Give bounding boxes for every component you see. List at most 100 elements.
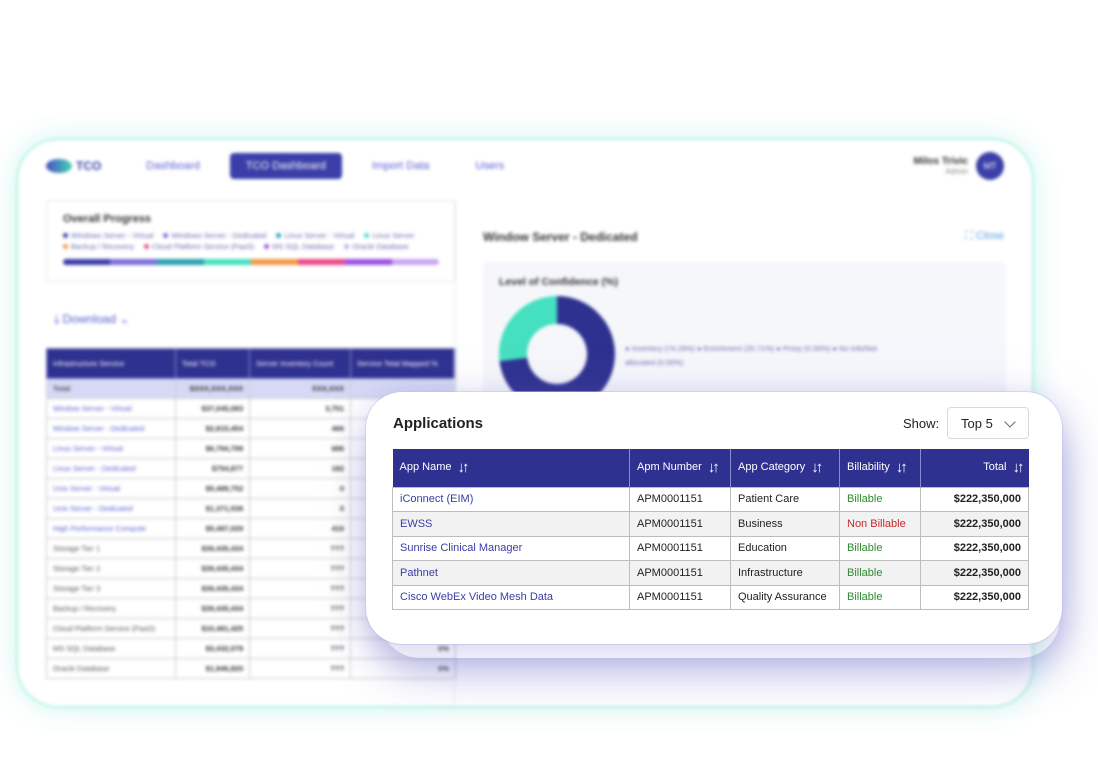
infra-service[interactable]: Linux Server - Virtual (46, 438, 176, 459)
apm-number: APM0001151 (629, 535, 731, 561)
app-category: Quality Assurance (730, 584, 840, 610)
infra-inventory-count: 0 (249, 478, 352, 499)
infra-service[interactable]: Window Server - Dedicated (46, 418, 176, 439)
infra-header-inventory-count[interactable]: Server Inventory Count (249, 348, 352, 379)
infra-service[interactable]: Backup / Recovery (46, 598, 176, 619)
billability: Billable (839, 584, 921, 610)
infra-total-tco: $5,487,029 (174, 518, 251, 539)
progress-segment (157, 259, 204, 265)
close-icon: ⛶ (965, 230, 976, 242)
avatar[interactable]: MT (976, 152, 1004, 180)
confidence-title: Level of Confidence (%) (499, 276, 619, 288)
sort-icon: ↓↑ (1012, 459, 1025, 477)
close-button[interactable]: ⛶ Close (965, 230, 1004, 243)
infra-header-service[interactable]: Infrastructure Service (46, 348, 176, 379)
infra-service[interactable]: Storage Tier 1 (46, 538, 176, 559)
applications-title: Applications (393, 415, 484, 432)
infra-service[interactable]: Storage Tier 2 (46, 558, 176, 579)
confidence-legend: ● Inventory (74.29%) ● Enrichment (25.71… (625, 344, 877, 367)
infra-total-tco: $6,794,799 (174, 438, 251, 459)
infra-total-tco: $3,432,078 (174, 638, 251, 659)
infra-inventory-count: 416 (249, 518, 352, 539)
infra-inventory-count: ??? (249, 578, 352, 599)
progress-legend-item: Windows Server - Virtual (63, 231, 153, 240)
apm-number: APM0001151 (629, 511, 731, 537)
apm-number: APM0001151 (629, 486, 731, 512)
logo-text: TCO (76, 159, 102, 173)
infra-inventory-count: ??? (249, 598, 352, 619)
infra-service[interactable]: Unix Server - Virtual (46, 478, 176, 499)
progress-legend-item: MS SQL Database (264, 242, 334, 251)
show-top-select[interactable]: Top 5 (947, 407, 1029, 439)
infra-total-tco: $1,946,820 (174, 658, 251, 679)
nav-dashboard[interactable]: Dashboard (130, 153, 216, 179)
header-total[interactable]: Total ↓↑ (920, 449, 1029, 487)
app-category: Education (730, 535, 840, 561)
infra-service[interactable]: Storage Tier 3 (46, 578, 176, 599)
table-row: Oracle Database $1,946,820??? 0% (46, 658, 456, 679)
progress-segment (392, 259, 439, 265)
nav-users[interactable]: Users (459, 153, 520, 179)
progress-legend-item: Linux Server (364, 231, 414, 240)
chevron-down-icon: ⌄ (116, 312, 130, 326)
infra-service[interactable]: Linux Server - Dedicated (46, 458, 176, 479)
nav-tco-dashboard[interactable]: TCO Dashboard (229, 153, 342, 179)
infra-inventory-count: ??? (249, 638, 352, 659)
user-menu[interactable]: Milos Trivic Admin MT (914, 152, 1004, 180)
infra-header-total-tco[interactable]: Total TCO (174, 348, 251, 379)
infra-service: Total (46, 378, 176, 399)
progress-legend-item: Linux Server - Virtual (276, 231, 354, 240)
table-row: Pathnet APM0001151 Infrastructure Billab… (392, 560, 1029, 586)
progress-segment (345, 259, 392, 265)
app-category: Infrastructure (730, 560, 840, 586)
infra-service[interactable]: Window Server - Virtual (46, 398, 176, 419)
app-name-link[interactable]: iConnect (EIM) (392, 486, 630, 512)
infra-service[interactable]: MS SQL Database (46, 638, 176, 659)
progress-legend-item: Cloud Platform Service (PaaS) (144, 242, 254, 251)
header-apm-number-label: Apm Number (637, 461, 702, 474)
show-top-value: Top 5 (961, 415, 993, 431)
app-category: Patient Care (730, 486, 840, 512)
app-name-link[interactable]: EWSS (392, 511, 630, 537)
infra-service[interactable]: Oracle Database (46, 658, 176, 679)
infra-total-tco: $39,435,434 (174, 598, 251, 619)
header-app-category[interactable]: App Category ↓↑ (730, 449, 840, 487)
download-button[interactable]: ⤓ Download ⌄ (54, 312, 129, 327)
progress-segment (251, 259, 298, 265)
header-total-label: Total (983, 461, 1007, 474)
total-value: $222,350,000 (920, 486, 1029, 512)
infra-inventory-count: 466 (249, 418, 352, 439)
table-row: EWSS APM0001151 Business Non Billable $2… (392, 511, 1029, 537)
infra-total-tco: $39,435,434 (174, 578, 251, 599)
billability: Billable (839, 486, 921, 512)
header-app-name[interactable]: App Name ↓↑ (392, 449, 630, 487)
header-billability[interactable]: Billability ↓↑ (839, 449, 921, 487)
infra-inventory-count: XXX,XXX (249, 378, 352, 399)
app-name-link[interactable]: Sunrise Clinical Manager (392, 535, 630, 561)
billability: Non Billable (839, 511, 921, 537)
total-value: $222,350,000 (920, 560, 1029, 586)
nav-import-data[interactable]: Import Data (356, 153, 445, 179)
sort-icon: ↓↑ (457, 459, 469, 477)
progress-segment (204, 259, 251, 265)
infra-mapped: 0% (350, 658, 456, 679)
app-name-link[interactable]: Pathnet (392, 560, 630, 586)
user-name: Milos Trivic (913, 156, 968, 167)
infra-header-mapped[interactable]: Service Total Mapped % (350, 348, 456, 379)
infra-service[interactable]: Cloud Platform Service (PaaS) (46, 618, 176, 639)
infra-total-tco: $5,489,752 (174, 478, 251, 499)
progress-legend-item: Oracle Database (344, 242, 408, 251)
infra-inventory-count: 3,751 (249, 398, 352, 419)
infra-inventory-count: 686 (249, 438, 352, 459)
infra-service[interactable]: Unix Server - Dedicated (46, 498, 176, 519)
sort-icon: ↓↑ (707, 459, 720, 477)
close-label: Close (975, 230, 1004, 242)
infra-service[interactable]: High Performance Compute (46, 518, 176, 539)
infra-inventory-count: 0 (249, 498, 352, 519)
confidence-card: Level of Confidence (%) ● Inventory (74.… (483, 262, 1006, 412)
progress-legend: Windows Server - Virtual Windows Server -… (63, 231, 439, 251)
infra-inventory-count: 182 (249, 458, 352, 479)
app-name-link[interactable]: Cisco WebEx Video Mesh Data (392, 584, 630, 610)
infra-total-tco: $10,481,425 (174, 618, 251, 639)
header-apm-number[interactable]: Apm Number ↓↑ (629, 449, 731, 487)
